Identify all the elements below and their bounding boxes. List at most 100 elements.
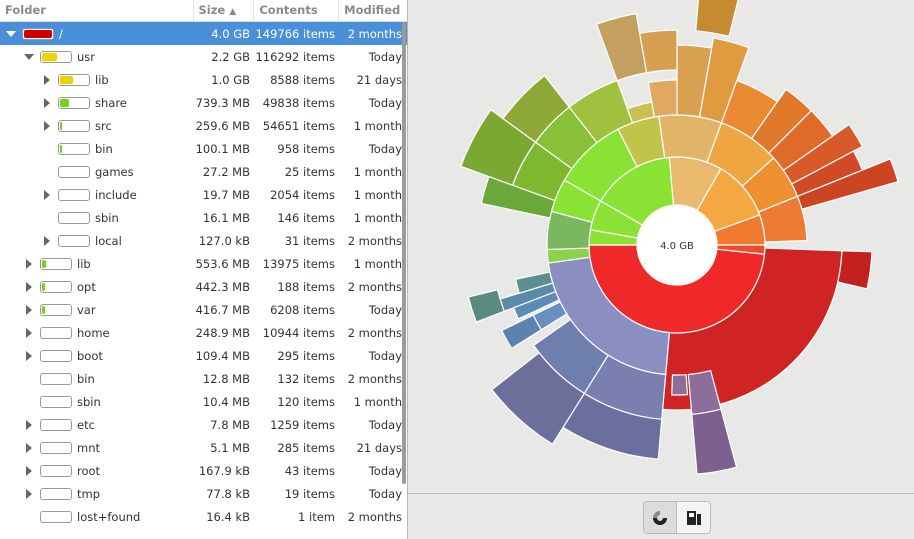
usage-bar xyxy=(58,235,90,247)
no-expander xyxy=(42,144,52,154)
folder-name: boot xyxy=(77,348,103,363)
folder-modified: 2 months xyxy=(347,26,402,41)
column-modified[interactable]: Modified xyxy=(339,0,407,21)
expander-arrow-icon[interactable] xyxy=(24,420,34,430)
folder-row[interactable]: sbin 16.1 MB 146 items 1 month xyxy=(0,206,407,229)
expander-arrow-icon[interactable] xyxy=(24,443,34,453)
folder-contents: 188 items xyxy=(277,279,335,294)
folder-modified: 1 month xyxy=(353,187,402,202)
ring-chart-pane: 4.0 GB xyxy=(408,0,914,539)
folder-row[interactable]: lost+found 16.4 kB 1 item 2 months xyxy=(0,505,407,528)
folder-row[interactable]: bin 12.8 MB 132 items 2 months xyxy=(0,367,407,390)
folder-modified: Today xyxy=(368,486,402,501)
folder-contents: 25 items xyxy=(284,164,335,179)
expander-arrow-icon[interactable] xyxy=(42,121,52,131)
folder-row[interactable]: games 27.2 MB 25 items 1 month xyxy=(0,160,407,183)
folder-row[interactable]: sbin 10.4 MB 120 items 1 month xyxy=(0,390,407,413)
folder-name: mnt xyxy=(77,440,100,455)
expander-arrow-icon[interactable] xyxy=(42,236,52,246)
folder-modified: Today xyxy=(368,95,402,110)
folder-row[interactable]: tmp 77.8 kB 19 items Today xyxy=(0,482,407,505)
center-size-label: 4.0 GB xyxy=(660,241,694,252)
expander-arrow-icon[interactable] xyxy=(24,466,34,476)
folder-list: / 4.0 GB 149766 items 2 months usr 2.2 G… xyxy=(0,22,407,528)
folder-modified: 21 days xyxy=(356,72,402,87)
folder-row[interactable]: lib 553.6 MB 13975 items 1 month xyxy=(0,252,407,275)
folder-name: sbin xyxy=(77,394,101,409)
folder-size: 2.2 GB xyxy=(211,49,250,64)
folder-row[interactable]: root 167.9 kB 43 items Today xyxy=(0,459,407,482)
expander-arrow-icon[interactable] xyxy=(42,98,52,108)
usage-bar xyxy=(58,120,90,132)
folder-contents: 49838 items xyxy=(262,95,335,110)
column-folder[interactable]: Folder xyxy=(0,0,194,21)
ring-segment[interactable] xyxy=(467,289,506,323)
folder-modified: Today xyxy=(368,463,402,478)
ring-chart-button[interactable] xyxy=(644,502,677,533)
folder-row[interactable]: share 739.3 MB 49838 items Today xyxy=(0,91,407,114)
folder-row[interactable]: include 19.7 MB 2054 items 1 month xyxy=(0,183,407,206)
ring-segment[interactable] xyxy=(695,0,740,38)
folder-size: 5.1 MB xyxy=(210,440,250,455)
folder-row[interactable]: usr 2.2 GB 116292 items Today xyxy=(0,45,407,68)
ring-segment[interactable] xyxy=(595,12,648,82)
ring-segment[interactable] xyxy=(638,29,678,74)
folder-row[interactable]: mnt 5.1 MB 285 items 21 days xyxy=(0,436,407,459)
folder-row[interactable]: / 4.0 GB 149766 items 2 months xyxy=(0,22,407,45)
folder-row[interactable]: lib 1.0 GB 8588 items 21 days xyxy=(0,68,407,91)
column-size[interactable]: Size ▲ xyxy=(194,0,255,21)
folder-modified: 2 months xyxy=(347,233,402,248)
folder-row[interactable]: boot 109.4 MB 295 items Today xyxy=(0,344,407,367)
folder-row[interactable]: bin 100.1 MB 958 items Today xyxy=(0,137,407,160)
usage-bar xyxy=(40,304,72,316)
ring-segment[interactable] xyxy=(671,374,689,396)
scrollbar[interactable] xyxy=(402,22,406,484)
folder-modified: 2 months xyxy=(347,325,402,340)
folder-size: 442.3 MB xyxy=(195,279,250,294)
expander-arrow-icon[interactable] xyxy=(24,351,34,361)
folder-size: 416.7 MB xyxy=(195,302,250,317)
expander-arrow-icon[interactable] xyxy=(24,489,34,499)
folder-row[interactable]: home 248.9 MB 10944 items 2 months xyxy=(0,321,407,344)
usage-bar xyxy=(40,327,72,339)
folder-row[interactable]: opt 442.3 MB 188 items 2 months xyxy=(0,275,407,298)
folder-name: var xyxy=(77,302,96,317)
folder-contents: 132 items xyxy=(277,371,335,386)
ring-chart[interactable]: 4.0 GB xyxy=(408,0,914,493)
expander-arrow-icon[interactable] xyxy=(24,282,34,292)
expander-arrow-icon[interactable] xyxy=(24,328,34,338)
expander-arrow-icon[interactable] xyxy=(6,29,16,39)
usage-bar xyxy=(40,350,72,362)
expander-arrow-icon[interactable] xyxy=(42,75,52,85)
no-expander xyxy=(24,512,34,522)
folder-size: 553.6 MB xyxy=(195,256,250,271)
column-contents[interactable]: Contents xyxy=(254,0,340,21)
folder-contents: 149766 items xyxy=(255,26,335,41)
folder-size: 100.1 MB xyxy=(195,141,250,156)
folder-contents: 958 items xyxy=(277,141,335,156)
usage-bar xyxy=(40,465,72,477)
ring-segment[interactable] xyxy=(500,314,543,350)
folder-row[interactable]: src 259.6 MB 54651 items 1 month xyxy=(0,114,407,137)
folder-row[interactable]: var 416.7 MB 6208 items Today xyxy=(0,298,407,321)
ring-segment[interactable] xyxy=(837,250,873,290)
column-headers: Folder Size ▲ Contents Modified xyxy=(0,0,407,22)
usage-bar xyxy=(22,28,54,40)
folder-row[interactable]: local 127.0 kB 31 items 2 months xyxy=(0,229,407,252)
usage-bar xyxy=(40,281,72,293)
usage-bar xyxy=(40,51,72,63)
folder-contents: 8588 items xyxy=(270,72,335,87)
expander-arrow-icon[interactable] xyxy=(24,52,34,62)
folder-row[interactable]: etc 7.8 MB 1259 items Today xyxy=(0,413,407,436)
folder-name: bin xyxy=(77,371,95,386)
expander-arrow-icon[interactable] xyxy=(24,259,34,269)
sort-ascending-icon: ▲ xyxy=(229,7,237,17)
chart-type-switcher xyxy=(643,501,711,534)
ring-segment[interactable] xyxy=(691,408,738,475)
treemap-chart-button[interactable] xyxy=(677,502,710,533)
expander-arrow-icon[interactable] xyxy=(42,190,52,200)
folder-modified: Today xyxy=(368,348,402,363)
folder-contents: 285 items xyxy=(277,440,335,455)
expander-arrow-icon[interactable] xyxy=(24,305,34,315)
folder-modified: 2 months xyxy=(347,371,402,386)
